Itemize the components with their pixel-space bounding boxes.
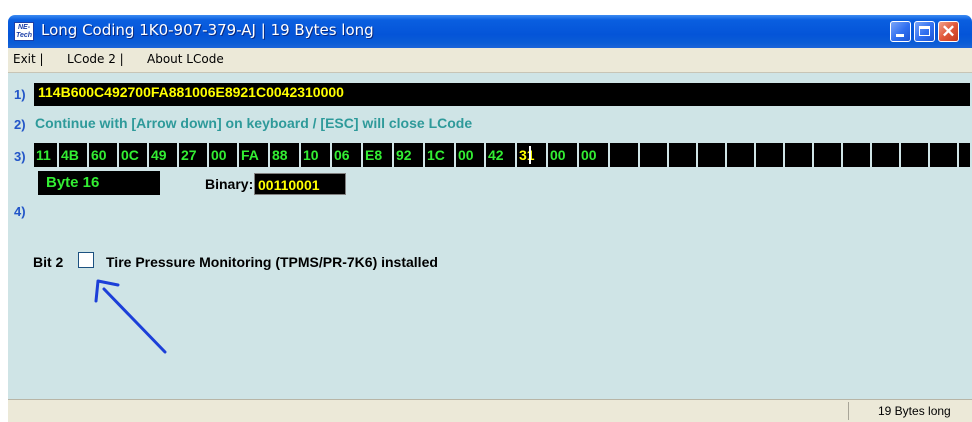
status-bytes-long: 19 Bytes long — [878, 404, 951, 418]
app-icon: NE-Tech — [14, 22, 34, 41]
menu-item-lcode2[interactable]: LCode 2 | — [67, 52, 124, 66]
maximize-button[interactable] — [914, 21, 935, 42]
window-title: Long Coding 1K0-907-379-AJ | 19 Bytes lo… — [41, 21, 374, 39]
menu-item-about[interactable]: About LCode — [147, 52, 224, 66]
title-bar[interactable]: NE-Tech Long Coding 1K0-907-379-AJ | 19 … — [8, 15, 972, 48]
status-bar: 19 Bytes long — [8, 399, 972, 422]
maximize-icon — [919, 26, 930, 36]
arrow-icon — [94, 279, 167, 354]
close-icon: ✕ — [941, 22, 956, 41]
minimize-icon — [896, 34, 904, 37]
status-panel-left — [8, 402, 849, 420]
main-panel: 1) 114B600C492700FA881006E8921C004231000… — [8, 73, 972, 399]
menu-item-exit[interactable]: Exit | — [13, 52, 44, 66]
minimize-button[interactable] — [890, 21, 911, 42]
menu-bar: Exit | LCode 2 | About LCode — [8, 48, 972, 73]
close-button[interactable]: ✕ — [938, 21, 959, 42]
